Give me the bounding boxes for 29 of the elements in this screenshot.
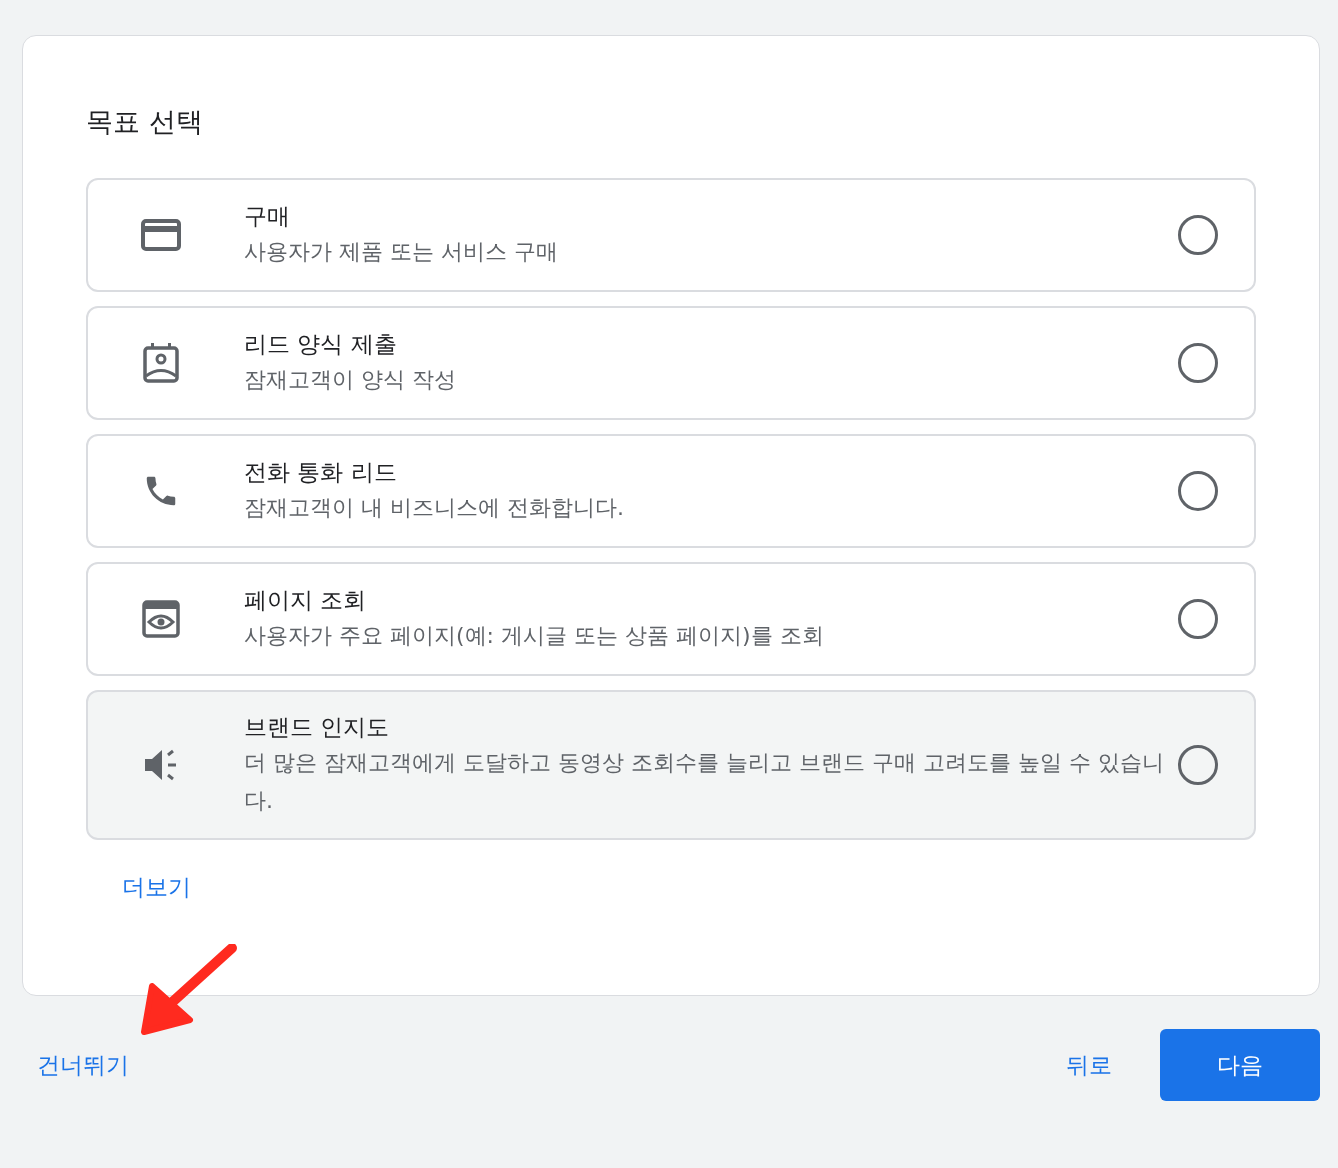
back-button[interactable]: 뒤로 <box>1066 1049 1112 1081</box>
option-card[interactable]: 전화 통화 리드 잠재고객이 내 비즈니스에 전화합니다. <box>86 434 1256 548</box>
radio-button[interactable] <box>1178 471 1218 511</box>
option-card[interactable]: 리드 양식 제출 잠재고객이 양식 작성 <box>86 306 1256 420</box>
option-title: 브랜드 인지도 <box>244 713 391 742</box>
contact-icon <box>143 343 179 383</box>
option-title: 구매 <box>244 202 291 231</box>
option-title: 전화 통화 리드 <box>244 458 398 487</box>
option-description: 사용자가 주요 페이지(예: 게시글 또는 상품 페이지)를 조회 <box>244 622 825 650</box>
credit-card-icon <box>141 219 181 251</box>
eye-page-icon <box>142 600 180 638</box>
option-description: 잠재고객이 양식 작성 <box>244 366 457 394</box>
option-card[interactable]: 구매 사용자가 제품 또는 서비스 구매 <box>86 178 1256 292</box>
next-button[interactable]: 다음 <box>1160 1029 1320 1101</box>
option-description: 잠재고객이 내 비즈니스에 전화합니다. <box>244 494 625 522</box>
option-title: 페이지 조회 <box>244 586 368 615</box>
option-card[interactable]: 브랜드 인지도 더 많은 잠재고객에게 도달하고 동영상 조회수를 늘리고 브랜드 구매 고려도를 높일 수 있습니다. <box>86 690 1256 840</box>
radio-button[interactable] <box>1178 215 1218 255</box>
section-title: 목표 선택 <box>86 105 204 139</box>
more-link[interactable]: 더보기 <box>122 872 191 903</box>
skip-link[interactable]: 건너뛰기 <box>37 1049 129 1081</box>
radio-button[interactable] <box>1178 343 1218 383</box>
radio-button[interactable] <box>1178 599 1218 639</box>
option-description: 사용자가 제품 또는 서비스 구매 <box>244 238 559 266</box>
option-description: 더 많은 잠재고객에게 도달하고 동영상 조회수를 늘리고 브랜드 구매 고려도를 높일 수 있습니다. <box>244 749 1165 815</box>
option-title: 리드 양식 제출 <box>244 330 398 359</box>
megaphone-icon <box>143 748 179 782</box>
radio-button[interactable] <box>1178 745 1218 785</box>
option-card[interactable]: 페이지 조회 사용자가 주요 페이지(예: 게시글 또는 상품 페이지)를 조회 <box>86 562 1256 676</box>
